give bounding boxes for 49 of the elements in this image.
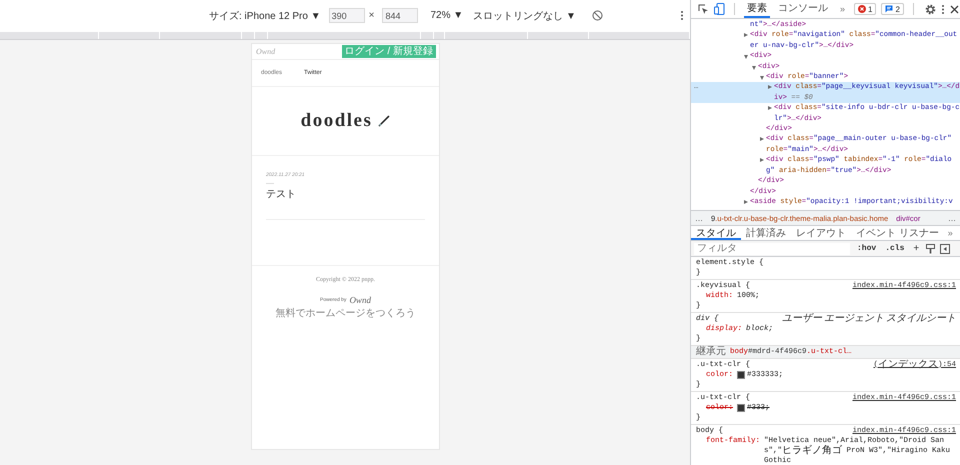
pen-icon [378,115,390,127]
more-icon[interactable] [940,4,945,14]
post-title[interactable]: テスト [266,187,425,201]
sidebar-toggle-icon[interactable] [940,244,950,254]
new-rule-button[interactable]: + [911,243,922,254]
collapsed-arrow-icon[interactable] [760,137,764,142]
sidebar-tab[interactable]: 計算済み [741,226,791,240]
filter-field[interactable]: フィルタ [694,242,850,254]
collapsed-arrow-icon[interactable] [744,33,748,38]
more-tabs-button[interactable]: » [836,4,850,14]
sidebar-tab[interactable]: イベント リスナー [851,226,944,240]
expanded-arrow-icon[interactable] [744,55,748,60]
footer-logo[interactable]: Ownd [349,295,371,305]
more-icon[interactable] [680,10,684,21]
close-icon[interactable] [950,4,959,14]
zoom-dropdown[interactable]: 72% ▼ [426,10,468,21]
height-field[interactable]: 844 [382,8,418,23]
message-count-button[interactable]: 2 [881,3,904,15]
more-tabs-button[interactable]: » [944,226,957,240]
hover-state-button[interactable]: :hov [855,244,878,253]
site-title: doodles [300,110,372,132]
panel-tab[interactable]: 要素 [744,0,770,18]
width-field[interactable]: 390 [328,8,365,23]
panel-tab[interactable]: コンソール [775,0,831,18]
paint-roller-icon[interactable] [926,244,936,254]
times-sign: × [368,10,374,21]
error-icon [858,5,866,13]
color-swatch[interactable] [737,404,746,412]
class-toggle-button[interactable]: .cls [883,244,906,253]
color-swatch[interactable] [737,371,746,379]
collapsed-arrow-icon[interactable] [744,200,748,204]
collapsed-arrow-icon[interactable] [768,106,772,110]
throttling-dropdown[interactable]: スロットリングなし ▼ [469,8,580,22]
source-label: ユーザー エージェント スタイルシート [782,314,956,324]
error-count-button[interactable]: 1 [854,3,876,15]
message-icon [885,5,894,13]
scroll-left-button[interactable]: … [691,214,707,222]
collapsed-arrow-icon[interactable] [768,85,772,90]
device-dropdown[interactable]: サイズ: iPhone 12 Pro ▼ [205,8,325,22]
settings-icon[interactable] [924,4,936,14]
rotate-icon[interactable] [592,10,603,21]
scroll-right-button[interactable]: … [944,214,960,222]
sidebar-tab[interactable]: レイアウト [791,226,851,240]
tagline-link[interactable]: 無料でホームページをつくろう [276,306,416,320]
collapsed-arrow-icon[interactable] [760,158,764,162]
device-toolbar-icon[interactable] [714,3,725,15]
inspect-icon[interactable] [698,4,709,14]
inherited-label: 継承元 [696,347,726,357]
expanded-arrow-icon[interactable] [752,66,756,70]
